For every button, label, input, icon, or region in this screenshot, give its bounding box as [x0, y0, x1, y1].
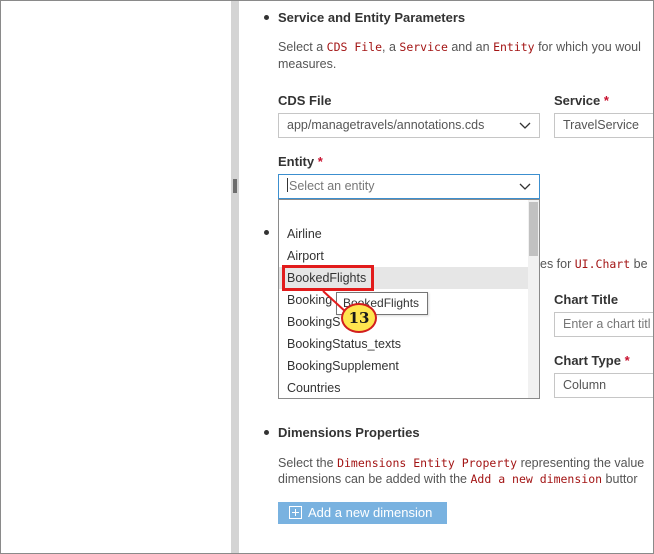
add-dimension-button[interactable]: Add a new dimension	[278, 502, 447, 524]
dimensions-section-description: Select the Dimensions Entity Property re…	[278, 456, 645, 470]
dimensions-section-title: Dimensions Properties	[278, 425, 420, 440]
app-window: Service and Entity Parameters Select a C…	[0, 0, 654, 554]
section-bullet	[264, 430, 269, 435]
add-dimension-button-label: Add a new dimension	[308, 505, 433, 520]
step-number-badge: 13	[341, 303, 377, 333]
dimensions-section-description-line2: dimensions can be added with the Add a n…	[278, 472, 638, 486]
plus-square-icon	[289, 506, 302, 519]
